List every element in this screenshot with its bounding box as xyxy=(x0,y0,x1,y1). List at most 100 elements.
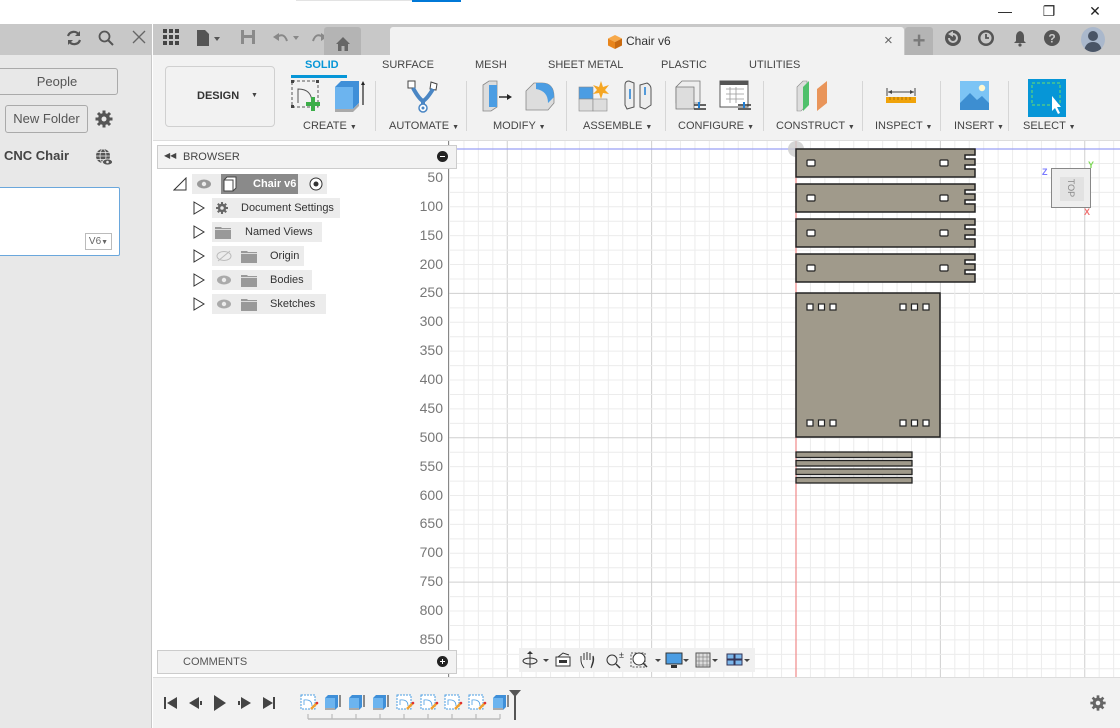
tree-item-origin[interactable]: Origin xyxy=(157,246,457,266)
strip-part[interactable] xyxy=(795,451,913,459)
go-to-start-button[interactable] xyxy=(164,697,177,709)
viewcube-face[interactable]: TOP xyxy=(1051,168,1091,208)
tab-plastic[interactable]: PLASTIC xyxy=(661,59,707,71)
fit-icon[interactable] xyxy=(630,652,661,668)
tab-solid[interactable]: SOLID xyxy=(305,59,339,71)
seat-panel-part[interactable] xyxy=(795,292,941,438)
viewports-icon[interactable] xyxy=(726,653,750,666)
people-button[interactable]: People xyxy=(0,68,118,95)
search-button[interactable] xyxy=(95,29,117,51)
orbit-icon[interactable] xyxy=(522,651,549,668)
slat-part[interactable] xyxy=(795,148,976,178)
configure-button[interactable] xyxy=(674,79,706,113)
insert-menu[interactable]: INSERT ▼ xyxy=(954,120,1004,132)
job-status-button[interactable] xyxy=(942,29,964,51)
extrude-button[interactable] xyxy=(333,79,365,113)
automate-button[interactable] xyxy=(407,79,439,113)
comments-panel-header[interactable]: COMMENTS xyxy=(157,650,457,674)
expand-triangle-icon[interactable] xyxy=(173,177,187,191)
browser-pin-button[interactable] xyxy=(437,151,448,162)
modify-menu[interactable]: MODIFY ▼ xyxy=(493,120,546,132)
notifications-button[interactable] xyxy=(1009,29,1031,51)
automate-menu[interactable]: AUTOMATE ▼ xyxy=(389,120,459,132)
viewcube[interactable]: Z Y X TOP xyxy=(1038,160,1098,219)
slat-part[interactable] xyxy=(795,183,976,213)
expand-arrow-icon[interactable] xyxy=(193,201,205,215)
zoom-icon[interactable]: ± xyxy=(606,650,624,669)
inspect-menu[interactable]: INSPECT ▼ xyxy=(875,120,932,132)
timeline-sketch-feature[interactable] xyxy=(468,694,487,710)
slat-part[interactable] xyxy=(795,253,976,283)
timeline-playhead[interactable] xyxy=(509,690,521,720)
configure-menu[interactable]: CONFIGURE ▼ xyxy=(678,120,754,132)
step-forward-button[interactable] xyxy=(238,697,251,709)
step-back-button[interactable] xyxy=(189,697,202,709)
timeline-extrude-feature[interactable] xyxy=(493,695,509,710)
look-at-icon[interactable] xyxy=(555,652,571,667)
minimize-button[interactable]: — xyxy=(990,2,1020,20)
construct-plane-button[interactable] xyxy=(795,79,827,113)
user-avatar[interactable] xyxy=(1081,27,1105,52)
tab-utilities[interactable]: UTILITIES xyxy=(749,59,800,71)
expand-arrow-icon[interactable] xyxy=(193,249,205,263)
file-menu-button[interactable] xyxy=(195,29,223,51)
timeline-sketch-feature[interactable] xyxy=(420,694,439,710)
save-button[interactable] xyxy=(238,29,258,51)
assemble-menu[interactable]: ASSEMBLE ▼ xyxy=(583,120,652,132)
close-panel-button[interactable] xyxy=(128,29,150,51)
fillet-button[interactable] xyxy=(524,79,556,113)
eye-icon[interactable] xyxy=(216,274,232,286)
pan-hand-icon[interactable] xyxy=(580,652,595,669)
insert-canvas-button[interactable] xyxy=(958,79,990,113)
strip-part[interactable] xyxy=(795,468,913,476)
history-button[interactable] xyxy=(975,29,997,51)
create-menu[interactable]: CREATE ▼ xyxy=(303,120,357,132)
measure-button[interactable] xyxy=(884,79,916,113)
project-settings-button[interactable] xyxy=(94,109,114,129)
document-tab[interactable]: Chair v6 × xyxy=(390,27,904,55)
eye-icon[interactable] xyxy=(196,178,212,190)
joint-button[interactable] xyxy=(621,79,653,113)
expand-arrow-icon[interactable] xyxy=(193,297,205,311)
display-settings-icon[interactable] xyxy=(665,652,689,668)
close-tab-button[interactable]: × xyxy=(884,32,893,49)
tree-item-sketches[interactable]: Sketches xyxy=(157,294,457,314)
timeline-extrude-feature[interactable] xyxy=(373,695,389,710)
strip-part[interactable] xyxy=(795,459,913,467)
tab-mesh[interactable]: MESH xyxy=(475,59,507,71)
browser-panel-header[interactable]: ◀◀ BROWSER xyxy=(157,145,457,169)
configuration-table-button[interactable] xyxy=(718,79,751,113)
share-button[interactable] xyxy=(94,147,114,167)
restore-button[interactable]: ❐ xyxy=(1034,2,1064,20)
document-thumbnail-card[interactable]: V6▼ xyxy=(0,187,120,256)
grid-settings-icon[interactable] xyxy=(695,652,718,668)
apps-grid-button[interactable] xyxy=(161,29,181,51)
construct-menu[interactable]: CONSTRUCT ▼ xyxy=(776,120,855,132)
timeline-extrude-feature[interactable] xyxy=(325,695,341,710)
go-to-end-button[interactable] xyxy=(263,697,275,709)
timeline-settings-button[interactable] xyxy=(1089,694,1107,712)
help-button[interactable]: ? xyxy=(1041,29,1063,51)
timeline-sketch-feature[interactable] xyxy=(396,694,415,710)
close-window-button[interactable]: ✕ xyxy=(1080,2,1110,20)
slat-part[interactable] xyxy=(795,218,976,248)
strip-part[interactable] xyxy=(795,476,913,484)
expand-arrow-icon[interactable] xyxy=(193,273,205,287)
create-sketch-button[interactable] xyxy=(290,79,322,113)
version-dropdown[interactable]: V6▼ xyxy=(85,233,112,250)
undo-button[interactable] xyxy=(271,29,303,51)
new-component-button[interactable] xyxy=(577,79,609,113)
new-tab-button[interactable]: + xyxy=(905,27,933,55)
home-tab[interactable] xyxy=(324,27,361,55)
timeline-extrude-feature[interactable] xyxy=(349,695,365,710)
timeline-sketch-feature[interactable] xyxy=(444,694,463,710)
press-pull-button[interactable] xyxy=(481,79,513,113)
tree-root-row[interactable]: Chair v6 xyxy=(157,174,457,194)
new-folder-button[interactable]: New Folder xyxy=(5,105,88,133)
refresh-button[interactable] xyxy=(63,29,85,51)
play-button[interactable] xyxy=(214,695,226,711)
tree-item-document-settings[interactable]: Document Settings xyxy=(157,198,457,218)
tree-item-named-views[interactable]: Named Views xyxy=(157,222,457,242)
tab-sheet-metal[interactable]: SHEET METAL xyxy=(548,59,623,71)
add-comment-button[interactable] xyxy=(437,656,448,667)
